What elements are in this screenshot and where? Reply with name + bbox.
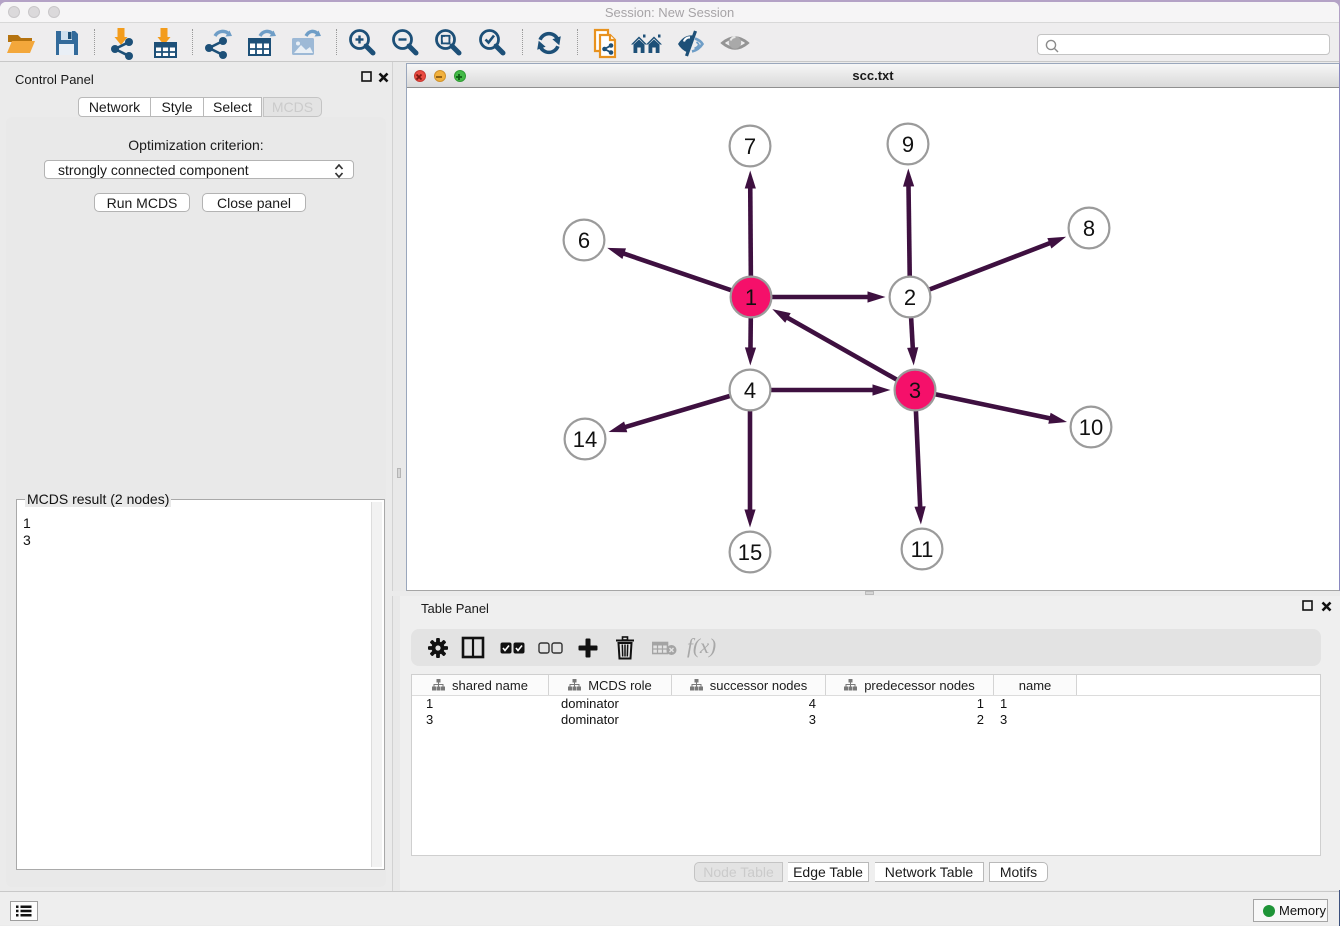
svg-text:11: 11: [911, 537, 934, 562]
svg-text:10: 10: [1079, 415, 1103, 440]
svg-text:6: 6: [578, 228, 590, 253]
svg-text:8: 8: [1083, 216, 1095, 241]
svg-text:7: 7: [744, 134, 756, 159]
svg-text:14: 14: [573, 427, 597, 452]
svg-text:2: 2: [904, 285, 916, 310]
svg-text:15: 15: [738, 540, 762, 565]
svg-text:1: 1: [745, 285, 757, 310]
svg-text:3: 3: [909, 378, 921, 403]
svg-text:4: 4: [744, 378, 756, 403]
svg-text:9: 9: [902, 132, 914, 157]
